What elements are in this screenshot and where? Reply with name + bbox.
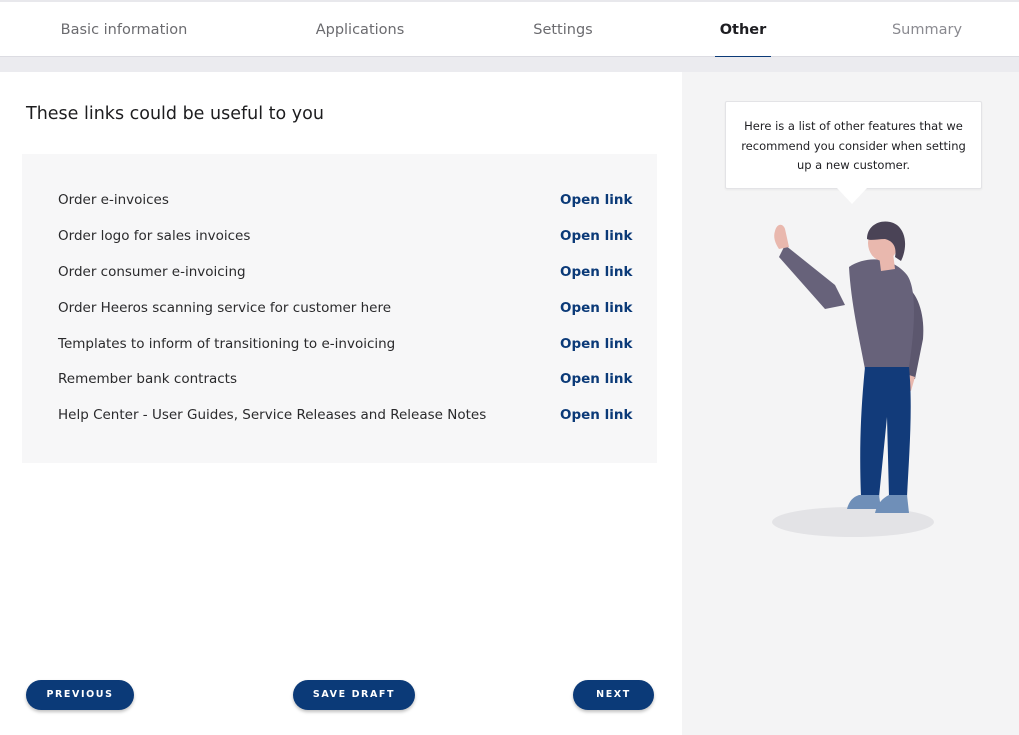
wizard-page: Basic information Applications Settings …: [0, 0, 1019, 735]
page-title: These links could be useful to you: [26, 104, 324, 124]
tooltip-bubble: Here is a list of other features that we…: [725, 101, 982, 189]
tab-summary[interactable]: Summary: [885, 2, 969, 58]
link-row: Order Heeros scanning service for custom…: [58, 300, 632, 336]
link-label: Order consumer e-invoicing: [58, 264, 246, 280]
open-link-button[interactable]: Open link: [560, 336, 632, 352]
link-label: Order e-invoices: [58, 192, 169, 208]
link-label: Remember bank contracts: [58, 371, 238, 387]
tab-settings[interactable]: Settings: [527, 2, 599, 58]
help-panel: Here is a list of other features that we…: [682, 72, 1019, 735]
link-row: Order logo for sales invoices Open link: [58, 228, 632, 264]
save-draft-button[interactable]: SAVE DRAFT: [293, 680, 415, 710]
next-button[interactable]: NEXT: [573, 680, 654, 710]
link-row: Order e-invoices Open link: [58, 192, 632, 228]
open-link-button[interactable]: Open link: [560, 264, 632, 280]
person-illustration-icon: [772, 221, 934, 537]
open-link-button[interactable]: Open link: [560, 300, 632, 316]
link-label: Order logo for sales invoices: [58, 228, 251, 244]
main-content: These links could be useful to you Order…: [0, 72, 682, 735]
link-row: Remember bank contracts Open link: [58, 371, 632, 407]
link-label: Templates to inform of transitioning to …: [58, 336, 396, 352]
tab-applications[interactable]: Applications: [308, 2, 412, 58]
tab-basic-information[interactable]: Basic information: [55, 2, 193, 58]
open-link-button[interactable]: Open link: [560, 192, 632, 208]
open-link-button[interactable]: Open link: [560, 228, 632, 244]
link-row: Order consumer e-invoicing Open link: [58, 264, 632, 300]
links-card: Order e-invoices Open link Order logo fo…: [22, 154, 657, 463]
step-tabs: Basic information Applications Settings …: [0, 0, 1019, 58]
link-row: Help Center - User Guides, Service Relea…: [58, 407, 632, 443]
open-link-button[interactable]: Open link: [560, 407, 632, 423]
divider-band: [0, 57, 1019, 72]
link-label: Help Center - User Guides, Service Relea…: [58, 407, 487, 423]
previous-button[interactable]: PREVIOUS: [26, 680, 134, 710]
open-link-button[interactable]: Open link: [560, 371, 632, 387]
link-label: Order Heeros scanning service for custom…: [58, 300, 392, 316]
link-row: Templates to inform of transitioning to …: [58, 336, 632, 372]
tab-other[interactable]: Other: [715, 2, 771, 58]
tooltip-tail: [837, 188, 867, 204]
